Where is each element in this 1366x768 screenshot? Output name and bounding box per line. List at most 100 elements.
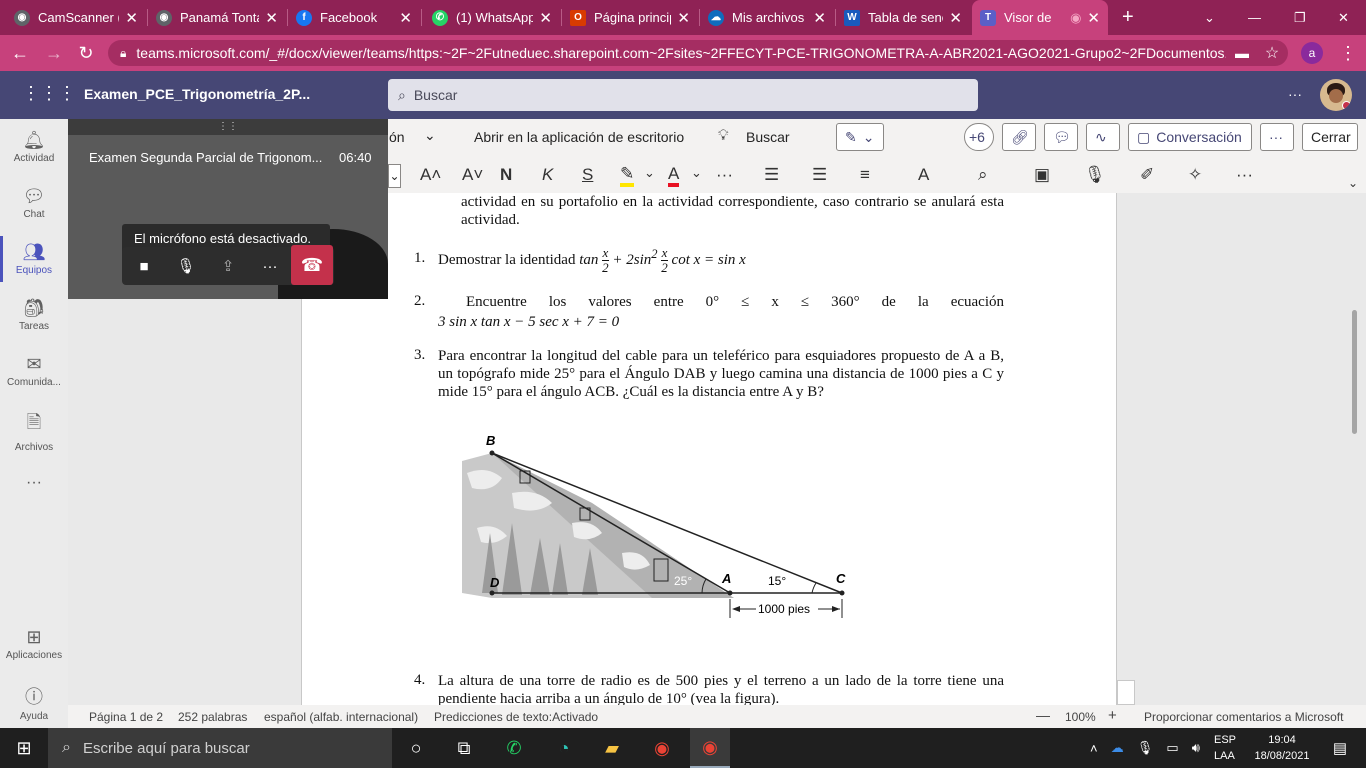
back-icon[interactable]: ←: [6, 35, 34, 71]
editor-icon[interactable]: ✐: [1140, 165, 1154, 185]
close-icon[interactable]: ✕: [539, 9, 552, 27]
cortana-icon[interactable]: ○: [396, 728, 436, 768]
camera-icon[interactable]: ■: [124, 247, 164, 285]
window-close-icon[interactable]: ✕: [1330, 0, 1354, 35]
minimize-icon[interactable]: —: [1240, 0, 1264, 35]
chevron-down-icon[interactable]: ⌄: [691, 165, 702, 181]
chevron-down-icon[interactable]: ⌄: [644, 165, 655, 181]
align-icon[interactable]: ≡: [860, 165, 870, 185]
word-count[interactable]: 252 palabras: [178, 710, 247, 724]
browser-tab-active[interactable]: T Visor de ◉ ✕: [972, 0, 1108, 35]
styles-icon[interactable]: A: [918, 165, 929, 185]
close-icon[interactable]: ✕: [1087, 9, 1100, 27]
chrome-profile-icon[interactable]: ◉: [690, 728, 730, 768]
bullets-icon[interactable]: ☰: [764, 165, 779, 185]
system-tray[interactable]: ˄ ☁ 🎙︎ ▭ 🔊︎: [1090, 728, 1200, 768]
search-input[interactable]: ⌕ Buscar: [388, 79, 978, 111]
avatar[interactable]: [1320, 79, 1352, 111]
browser-tab[interactable]: ◉ CamScanner ( ✕: [6, 0, 146, 35]
reload-icon[interactable]: ↻: [72, 35, 100, 71]
font-size-dropdown[interactable]: ⌄: [388, 164, 401, 188]
grow-font-button[interactable]: A˄: [420, 165, 441, 185]
dictate-icon[interactable]: 🎙︎: [1084, 165, 1106, 185]
conversation-button[interactable]: ▢ Conversación: [1128, 123, 1252, 151]
taskbar-search[interactable]: ⌕ Escribe aquí para buscar: [48, 728, 392, 768]
rail-files[interactable]: 🗎︎ Archivos: [0, 410, 68, 453]
language[interactable]: español (alfab. internacional): [264, 710, 418, 724]
mic-off-icon[interactable]: 🎙︎: [166, 247, 206, 285]
numbering-icon[interactable]: ☰: [812, 165, 827, 185]
close-icon[interactable]: ✕: [949, 9, 962, 27]
more-tools-icon[interactable]: ···: [1236, 165, 1253, 185]
feedback-link[interactable]: Proporcionar comentarios a Microsoft: [1144, 710, 1343, 724]
menu-partial[interactable]: ón: [389, 129, 405, 145]
share-screen-icon[interactable]: ⇪: [208, 247, 248, 285]
chrome-icon[interactable]: ◉: [642, 728, 682, 768]
input-language[interactable]: ESP LAA: [1214, 732, 1236, 764]
view-icon[interactable]: ▣: [1034, 165, 1050, 185]
close-icon[interactable]: ✕: [813, 9, 826, 27]
forward-icon[interactable]: →: [40, 35, 68, 71]
find-icon[interactable]: ⌕: [978, 165, 988, 185]
participants-button[interactable]: +6: [964, 123, 994, 151]
browser-tab[interactable]: f Facebook ✕: [288, 0, 420, 35]
volume-icon[interactable]: 🔊︎: [1192, 740, 1200, 756]
collapse-ribbon-icon[interactable]: ⌄: [1348, 176, 1358, 190]
edit-mode-button[interactable]: ✎ ⌄: [836, 123, 884, 151]
camera-icon[interactable]: ▬: [1228, 35, 1256, 71]
comment-icon[interactable]: 💬︎: [1044, 123, 1078, 151]
windows-start-icon[interactable]: ⊞: [4, 728, 44, 768]
chevron-down-icon[interactable]: ⌄: [424, 127, 436, 144]
app-launcher-icon[interactable]: ⋮⋮⋮: [22, 83, 76, 104]
bold-button[interactable]: N: [500, 165, 512, 185]
task-view-icon[interactable]: ⧉: [444, 728, 484, 768]
network-icon[interactable]: ▭: [1166, 740, 1178, 756]
whatsapp-icon[interactable]: ✆: [494, 728, 534, 768]
onedrive-icon[interactable]: ☁: [1111, 740, 1124, 756]
browser-tab[interactable]: ◉ Panamá Tonta ✕: [148, 0, 286, 35]
more-icon[interactable]: ···: [250, 247, 290, 285]
document-page[interactable]: actividad en su portafolio en la activid…: [301, 193, 1117, 705]
rail-assignments[interactable]: 🎒︎ Tareas: [0, 298, 68, 332]
browser-tab[interactable]: ✆ (1) WhatsApp ✕: [424, 0, 560, 35]
chevron-up-icon[interactable]: ˄: [1090, 741, 1098, 756]
rail-chat[interactable]: 💬︎ Chat: [0, 186, 68, 220]
notifications-icon[interactable]: ▤: [1320, 728, 1360, 768]
designer-icon[interactable]: ✧: [1188, 165, 1202, 185]
close-icon[interactable]: ✕: [125, 9, 138, 27]
profile-avatar[interactable]: a: [1298, 35, 1326, 71]
open-desktop-button[interactable]: Abrir en la aplicación de escritorio: [474, 129, 684, 145]
page-count[interactable]: Página 1 de 2: [89, 710, 163, 724]
text-predictions[interactable]: Predicciones de texto:Activado: [434, 710, 598, 724]
scrollbar[interactable]: [1352, 310, 1357, 434]
meeting-window[interactable]: ⋮⋮ Examen Segunda Parcial de Trigonom...…: [68, 119, 388, 299]
zoom-in-button[interactable]: +: [1108, 707, 1117, 724]
rail-more[interactable]: ···: [0, 474, 68, 492]
font-color-icon[interactable]: A: [668, 165, 680, 187]
hang-up-icon[interactable]: ☎︎: [291, 245, 333, 285]
rail-help[interactable]: ⓘ Ayuda: [0, 683, 68, 722]
zoom-level[interactable]: 100%: [1065, 710, 1096, 724]
zoom-out-button[interactable]: —: [1036, 707, 1050, 723]
close-icon[interactable]: ✕: [677, 9, 690, 27]
rail-teams[interactable]: 👥︎ Equipos: [0, 242, 68, 276]
shrink-font-button[interactable]: A˅: [462, 165, 483, 185]
browser-tab[interactable]: W Tabla de seno ✕: [836, 0, 970, 35]
file-explorer-icon[interactable]: ▰: [592, 728, 632, 768]
bookmark-star-icon[interactable]: ☆: [1258, 35, 1286, 71]
activity-icon[interactable]: ∿: [1086, 123, 1120, 151]
word-search-button[interactable]: Buscar: [746, 129, 790, 145]
rail-activity[interactable]: 🔔︎ Actividad: [0, 130, 68, 164]
browser-tab[interactable]: O Página princip ✕: [562, 0, 698, 35]
url-field[interactable]: 🔒︎ teams.microsoft.com/_#/docx/viewer/te…: [108, 40, 1288, 66]
drag-handle-icon[interactable]: ⋮⋮: [68, 119, 388, 135]
rail-communities[interactable]: ✉︎ Comunida...: [0, 354, 68, 388]
more-font-icon[interactable]: ···: [716, 165, 733, 185]
browser-menu-icon[interactable]: ⋮: [1334, 35, 1362, 71]
clock-app-icon[interactable]: ◔: [544, 728, 584, 768]
more-button[interactable]: ···: [1260, 123, 1294, 151]
tab-search-icon[interactable]: ⌄: [1196, 0, 1220, 35]
rail-apps[interactable]: ⊞ Aplicaciones: [0, 627, 68, 661]
clock[interactable]: 19:04 18/08/2021: [1250, 732, 1314, 764]
close-icon[interactable]: ✕: [265, 9, 278, 27]
